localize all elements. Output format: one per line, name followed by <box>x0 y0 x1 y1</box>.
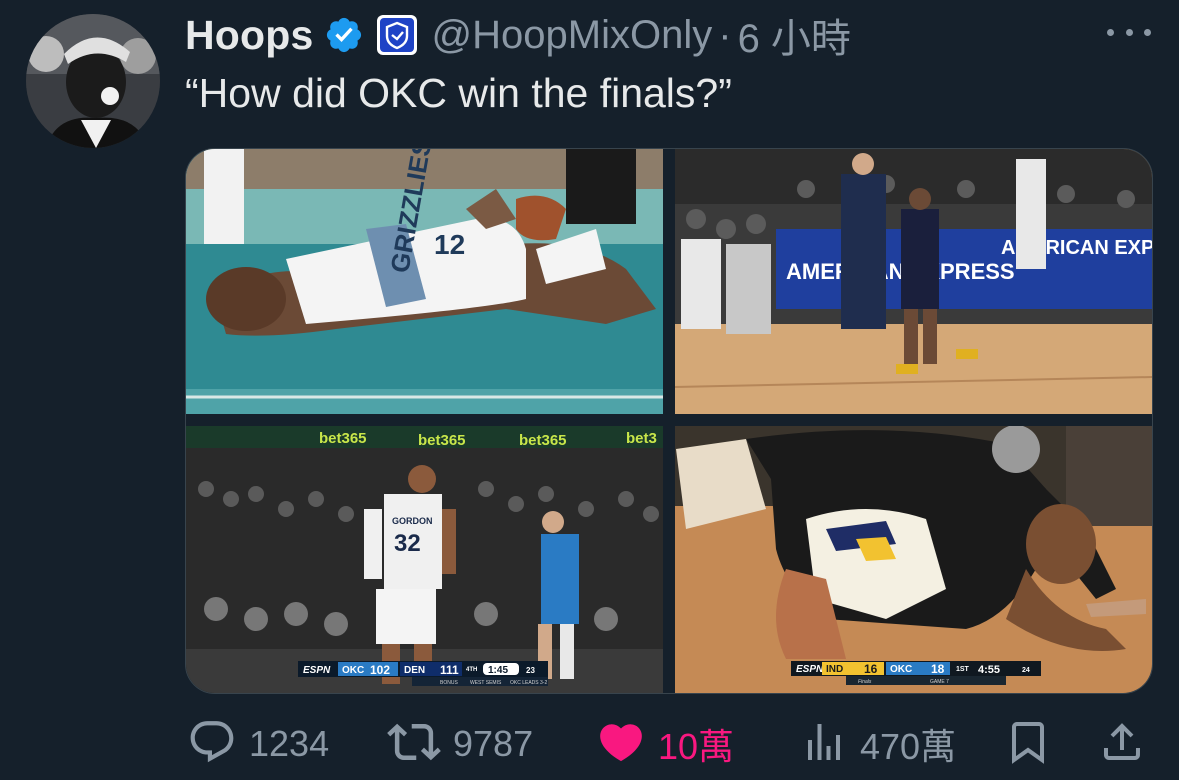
reply-icon <box>187 717 237 772</box>
scorebug-score2: 18 <box>931 662 945 676</box>
scorebug-score1: 102 <box>370 663 390 677</box>
tweet-header: Hoops @HoopMixOnly · 6 小時 <box>185 10 851 62</box>
scorebug-score1: 16 <box>864 662 878 676</box>
scorebug-network: ESPN <box>303 665 331 676</box>
display-name[interactable]: Hoops <box>185 12 314 59</box>
like-button[interactable]: 10萬 <box>596 712 734 776</box>
scorebug-sub-left: BONUS <box>440 680 458 686</box>
banner-text: bet365 <box>319 430 367 447</box>
tweet-text: “How did OKC win the finals?” <box>185 70 732 116</box>
jersey-number: 12 <box>434 229 465 260</box>
scorebug-period: 4TH <box>466 667 477 673</box>
share-icon <box>1098 718 1146 771</box>
scorebug-shot-clock: 23 <box>526 666 535 675</box>
scorebug-team1: IND <box>826 664 843 675</box>
scorebug-team1: OKC <box>342 665 364 676</box>
heart-icon <box>596 717 646 772</box>
views-button[interactable]: 470萬 <box>800 712 956 776</box>
scorebug-clock: 1:45 <box>488 665 508 676</box>
like-count: 10萬 <box>658 726 735 767</box>
share-button[interactable] <box>1098 712 1146 776</box>
scorebug-sub-mid: WEST SEMIS <box>470 680 502 686</box>
separator: · <box>718 12 732 57</box>
media-image-3[interactable]: bet365 bet365 bet365 bet3 GORDON 32 ESPN… <box>186 426 663 693</box>
banner-text: bet365 <box>519 432 567 449</box>
scorebug-team2: DEN <box>404 665 425 676</box>
scorebug-period: 1ST <box>956 666 970 673</box>
author-handle[interactable]: @HoopMixOnly <box>432 13 713 58</box>
banner-text: bet3 <box>626 430 657 447</box>
tweet[interactable]: Hoops @HoopMixOnly · 6 小時 “How did OKC w… <box>0 0 1179 780</box>
scorebug-sub-left: Finals <box>858 679 872 685</box>
bookmark-button[interactable] <box>1004 712 1052 776</box>
player-name: GORDON <box>392 516 433 526</box>
views-icon <box>800 718 848 771</box>
scorebug-sub-right: OKC LEADS 3-2 <box>510 680 547 686</box>
more-icon[interactable] <box>1107 16 1151 48</box>
banner-text: bet365 <box>418 432 466 449</box>
media-image-4[interactable]: ESPN IND 16 OKC 18 1ST 4:55 24 Finals GA… <box>675 425 1152 693</box>
media-grid: GRIZZLIES 12 AMERICAN EXPRESS AMERICAN E… <box>185 148 1153 694</box>
scorebug-network: ESPN <box>796 664 824 675</box>
action-bar: 1234 9787 10萬 470萬 <box>0 712 1179 776</box>
player-number: 32 <box>394 530 421 557</box>
media-image-2[interactable]: AMERICAN EXPRESS AMERICAN EXP <box>674 149 1152 414</box>
repost-button[interactable]: 9787 <box>387 712 533 776</box>
verified-badge-icon[interactable] <box>324 15 364 55</box>
repost-icon <box>387 715 441 774</box>
views-count: 470萬 <box>860 726 957 767</box>
scorebug-clock: 4:55 <box>978 664 1000 676</box>
timestamp[interactable]: 6 小時 <box>738 6 851 64</box>
avatar[interactable] <box>26 14 160 148</box>
reply-count: 1234 <box>249 723 330 764</box>
reply-button[interactable]: 1234 <box>187 712 329 776</box>
board-text-1: AMERICAN EXPRESS <box>786 259 1015 284</box>
scorebug-shot-clock: 24 <box>1022 667 1030 674</box>
affiliate-badge-icon[interactable] <box>376 14 418 56</box>
scorebug-sub-right: GAME 7 <box>930 679 949 685</box>
scorebug-score2: 111 <box>440 663 459 677</box>
bookmark-icon <box>1004 718 1052 771</box>
media-image-1[interactable]: GRIZZLIES 12 <box>186 149 663 414</box>
repost-count: 9787 <box>453 723 534 764</box>
scorebug-team2: OKC <box>890 664 912 675</box>
